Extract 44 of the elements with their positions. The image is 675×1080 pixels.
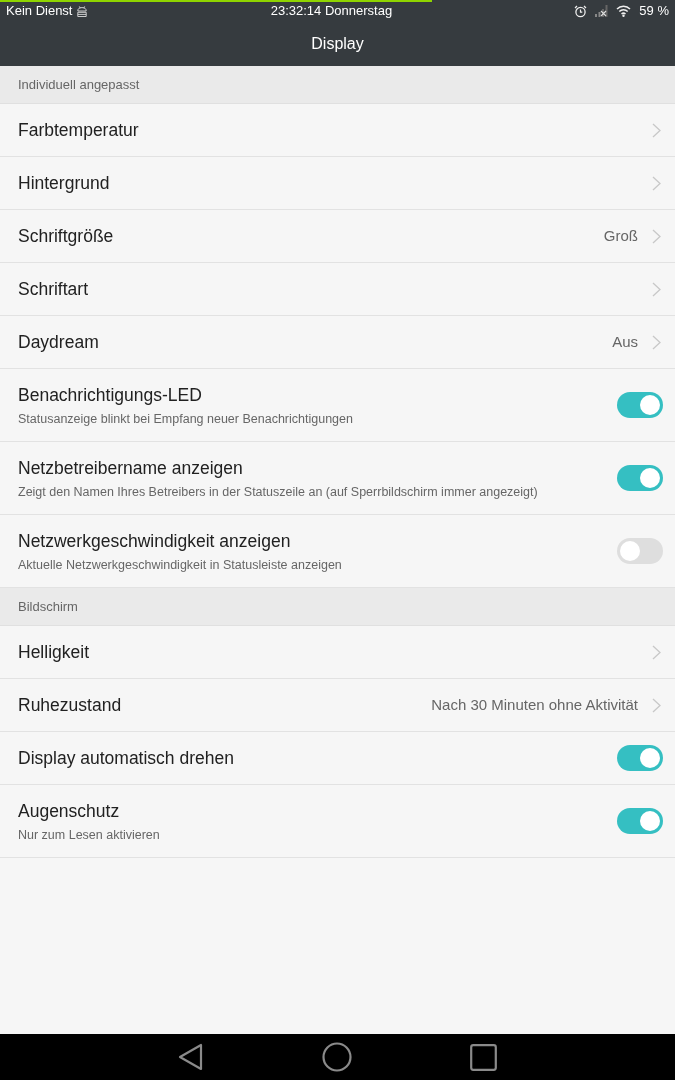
chevron-icon	[652, 644, 661, 660]
section-header: Bildschirm	[0, 588, 675, 626]
clock-label: 23:32:14 Donnerstag	[270, 2, 393, 21]
setting-title: Schriftgröße	[18, 225, 115, 247]
setting-title: Netzwerkgeschwindigkeit anzeigen	[18, 529, 292, 552]
chevron-icon	[652, 334, 661, 350]
battery-label: 59 %	[639, 2, 669, 21]
setting-title: Augenschutz	[18, 799, 121, 822]
page-title: Display	[311, 34, 364, 54]
recents-icon[interactable]	[470, 1043, 497, 1071]
chevron-icon	[652, 281, 661, 297]
setting-title: Benachrichtigungs-LED	[18, 383, 203, 406]
setting-value: Groß	[603, 225, 638, 246]
toggle-switch[interactable]	[617, 392, 663, 418]
toggle-switch[interactable]	[617, 808, 663, 834]
wifi-icon	[616, 5, 632, 17]
chevron-icon	[652, 175, 661, 191]
back-icon[interactable]	[178, 1043, 204, 1071]
robot-icon	[76, 5, 89, 17]
setting-description: Zeigt den Namen Ihres Betreibers in der Statuszeile an (auf Sperrbildschirm immer angezeigt)	[18, 483, 539, 500]
setting-description: Nur zum Lesen aktivieren	[18, 826, 161, 843]
section-header: Individuell angepasst	[0, 66, 675, 104]
no-signal-icon	[595, 5, 609, 17]
home-icon[interactable]	[322, 1042, 352, 1072]
setting-title: Netzbetreibername anzeigen	[18, 456, 244, 479]
toggle-switch[interactable]	[617, 745, 663, 771]
carrier-label: Kein Dienst	[6, 2, 73, 21]
setting-description: Aktuelle Netzwerkgeschwindigkeit in Statusleiste anzeigen	[18, 556, 343, 573]
chevron-icon	[652, 697, 661, 713]
toggle-switch[interactable]	[617, 465, 663, 491]
setting-title: Schriftart	[18, 278, 90, 300]
toggle-switch[interactable]	[617, 538, 663, 564]
setting-title: Ruhezustand	[18, 694, 123, 716]
setting-title: Farbtemperatur	[18, 119, 140, 141]
setting-value: Nach 30 Minuten ohne Aktivität	[431, 694, 638, 715]
setting-description: Statusanzeige blinkt bei Empfang neuer Benachrichtigungen	[18, 410, 354, 427]
chevron-icon	[652, 122, 661, 138]
setting-value: Aus	[612, 331, 638, 352]
alarm-clock-icon	[574, 4, 588, 18]
setting-title: Helligkeit	[18, 641, 90, 663]
setting-title: Daydream	[18, 331, 100, 353]
chevron-icon	[652, 228, 661, 244]
setting-title: Display automatisch drehen	[18, 747, 235, 769]
setting-title: Hintergrund	[18, 172, 111, 194]
